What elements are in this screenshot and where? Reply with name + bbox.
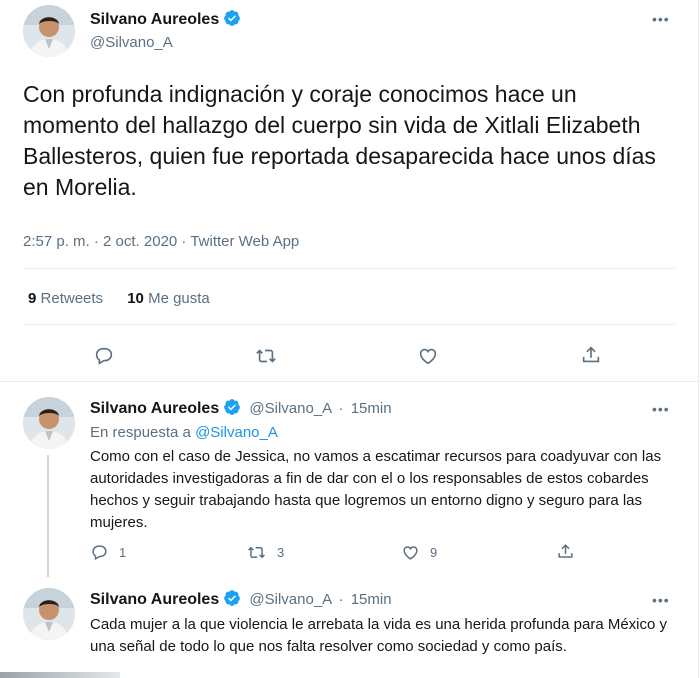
like-button[interactable]: 9 (401, 543, 437, 562)
heart-icon (417, 345, 439, 367)
reply-header: Silvano Aureoles @Silvano_A · 15min (90, 589, 392, 611)
reply-text: Cada mujer a la que violencia le arrebat… (90, 616, 668, 655)
verified-badge-icon (223, 9, 241, 32)
author-handle[interactable]: @Silvano_A (249, 591, 331, 608)
retweet-button[interactable] (254, 345, 278, 367)
retweets-count: 9 (28, 290, 37, 307)
like-button[interactable] (417, 345, 439, 367)
retweet-icon (254, 345, 278, 367)
reply-header: Silvano Aureoles @Silvano_A · 15min (90, 398, 392, 420)
tweet-timestamp[interactable]: 2:57 p. m. · 2 oct. 2020 · Twitter Web A… (23, 233, 299, 250)
avatar[interactable] (23, 397, 75, 449)
divider (0, 381, 698, 382)
author-name-text[interactable]: Silvano Aureoles (90, 11, 219, 28)
tweet-time[interactable]: 15min (351, 400, 392, 417)
avatar[interactable] (23, 588, 75, 640)
retweet-icon (246, 543, 267, 562)
reply-count: 1 (119, 545, 127, 560)
author-name[interactable]: Silvano Aureoles (90, 591, 219, 608)
tweet-thread: Silvano Aureoles @Silvano_A ••• Con prof… (0, 0, 699, 678)
separator: · (338, 400, 344, 417)
reply-prefix: En respuesta a (90, 424, 191, 441)
divider (23, 324, 675, 325)
likes-label: Me gusta (148, 290, 210, 307)
reply-button[interactable]: 1 (90, 543, 126, 562)
bottom-edge-shadow (0, 672, 120, 678)
engagement-stats: 9 Retweets 10 Me gusta (28, 290, 210, 307)
avatar[interactable] (23, 5, 75, 57)
reply-context: En respuesta a @Silvano_A (90, 424, 278, 441)
reply-to-link[interactable]: @Silvano_A (195, 424, 278, 441)
reply-icon (90, 543, 109, 562)
divider (23, 268, 675, 269)
share-button[interactable] (580, 344, 602, 366)
thread-line (47, 455, 49, 577)
verified-badge-icon (223, 589, 241, 611)
more-options-icon[interactable]: ••• (652, 401, 670, 417)
more-options-icon[interactable]: ••• (652, 592, 670, 608)
reply-text: Como con el caso de Jessica, no vamos a … (90, 448, 662, 531)
tweet-time[interactable]: 15min (351, 591, 392, 608)
likes-stat[interactable]: 10 Me gusta (127, 290, 210, 307)
author-name[interactable]: Silvano Aureoles (90, 9, 241, 32)
share-icon (580, 344, 602, 366)
more-options-icon[interactable]: ••• (652, 11, 670, 27)
reply-icon (93, 345, 115, 367)
retweets-stat[interactable]: 9 Retweets (28, 290, 103, 307)
author-name[interactable]: Silvano Aureoles (90, 400, 219, 417)
verified-badge-icon (223, 398, 241, 420)
likes-count: 10 (127, 290, 144, 307)
share-button[interactable] (556, 542, 575, 561)
retweet-count: 3 (277, 545, 285, 560)
author-handle[interactable]: @Silvano_A (90, 34, 173, 51)
separator: · (338, 591, 344, 608)
retweets-label: Retweets (40, 290, 104, 307)
retweet-button[interactable]: 3 (246, 543, 284, 562)
heart-icon (401, 543, 420, 562)
share-icon (556, 542, 575, 561)
author-handle[interactable]: @Silvano_A (249, 400, 331, 417)
reply-button[interactable] (93, 345, 115, 367)
tweet-text: Con profunda indignación y coraje conoci… (23, 81, 656, 200)
like-count: 9 (430, 545, 438, 560)
